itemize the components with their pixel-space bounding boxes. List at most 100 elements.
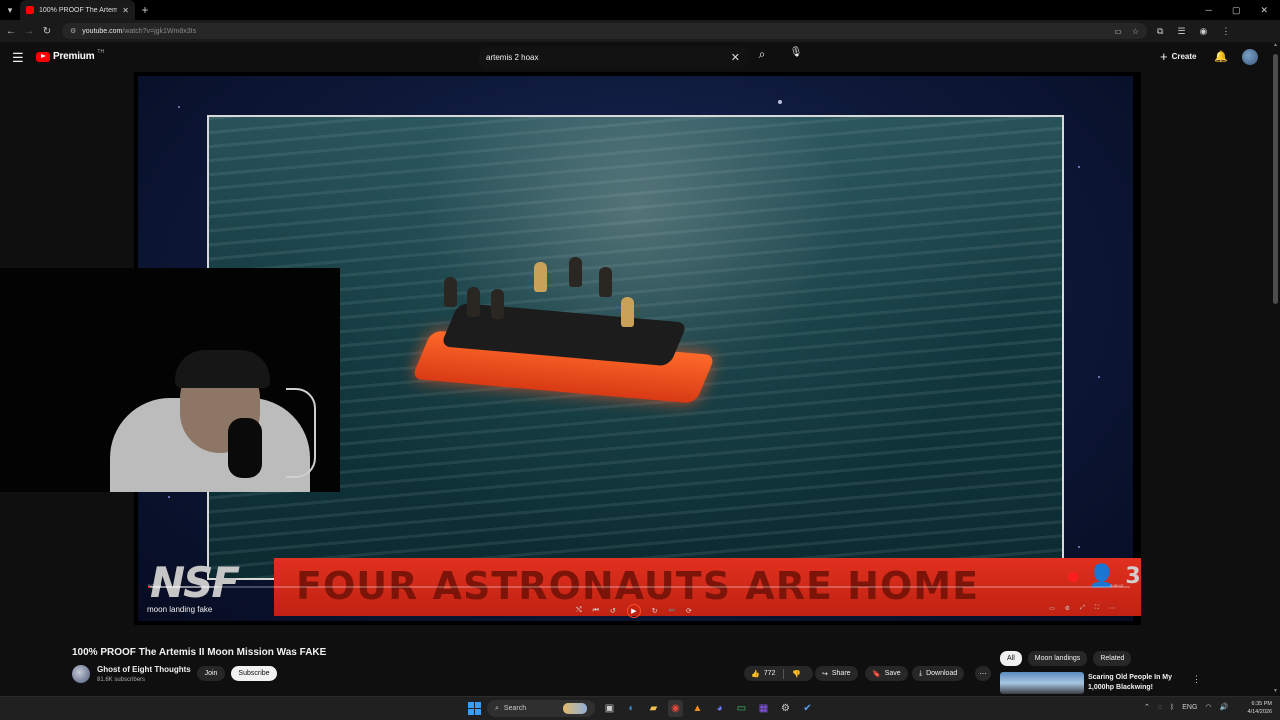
more-actions-button[interactable]: ⋯: [975, 666, 991, 681]
steam-icon[interactable]: ⚙: [778, 700, 793, 717]
address-bar[interactable]: ⚙ youtube.com/watch?v=jgk1Wm8x3Is ▭ ☆: [62, 23, 1147, 39]
dislike-icon[interactable]: 👎: [792, 670, 801, 678]
chrome-icon[interactable]: ◉: [668, 700, 683, 717]
forward-10-icon[interactable]: ↻: [652, 607, 658, 615]
taskbar-clock[interactable]: 6:35 PM 4/14/2026: [1240, 700, 1272, 716]
video-caption: moon landing fake: [147, 605, 213, 614]
scroll-down-icon[interactable]: ▼: [1273, 688, 1278, 694]
recommendation-menu-icon[interactable]: ⋮: [1192, 674, 1201, 685]
scroll-up-icon[interactable]: ▲: [1273, 42, 1278, 48]
network-icon[interactable]: ◌: [1158, 704, 1162, 711]
progress-bar[interactable]: [148, 586, 1130, 588]
astronaut-figure: [599, 267, 612, 297]
reading-list-icon[interactable]: ☰: [1177, 26, 1185, 37]
todo-check-icon[interactable]: ✔: [800, 700, 815, 717]
reload-icon[interactable]: ↻: [38, 26, 56, 37]
like-count[interactable]: 772: [764, 670, 776, 677]
discord-icon[interactable]: ◕: [712, 700, 727, 717]
divider: [783, 668, 785, 679]
subtitles-icon[interactable]: ▭: [1049, 605, 1055, 612]
voice-search-icon[interactable]: 🎙: [787, 47, 805, 65]
search-highlight-image: [563, 703, 587, 714]
live-dot-icon: [1068, 571, 1078, 582]
windows-start-icon[interactable]: [468, 702, 481, 715]
account-avatar[interactable]: [1242, 49, 1258, 65]
chip-moon-landings[interactable]: Moon landings: [1027, 651, 1088, 666]
recommendation-thumbnail[interactable]: [1000, 672, 1084, 694]
save-button[interactable]: 🔖 Save: [865, 666, 908, 681]
system-tray: ⌃ ◌ ᛒ ENG ◠ 🔊: [1144, 703, 1229, 712]
settings-icon[interactable]: ⚙: [1065, 605, 1070, 612]
astronaut-figure: [621, 297, 634, 327]
youtube-premium-logo[interactable]: Premium TH: [36, 49, 104, 62]
cast-icon[interactable]: ▭: [1114, 27, 1122, 36]
extensions-icon[interactable]: ⧉: [1157, 26, 1163, 37]
bookmark-star-icon[interactable]: ☆: [1132, 27, 1139, 36]
nsf-logo: NSF: [150, 558, 240, 607]
youtube-play-logo-icon: [36, 51, 50, 62]
share-button[interactable]: ↪ Share: [815, 666, 858, 681]
download-icon: ⤓: [919, 669, 923, 677]
language-indicator[interactable]: ENG: [1182, 704, 1197, 711]
app-grid-icon[interactable]: ▦: [756, 700, 771, 717]
browser-tab-active[interactable]: 100% PROOF The Artemis II Mo ✕: [20, 0, 135, 20]
maximize-icon[interactable]: ▢: [1232, 5, 1241, 16]
logo-word: Premium: [53, 51, 95, 62]
more-icon[interactable]: ⋯: [1109, 605, 1115, 612]
file-explorer-icon[interactable]: ▰: [646, 700, 661, 717]
channel-avatar[interactable]: [72, 665, 90, 683]
tab-search-icon[interactable]: ▾: [0, 5, 20, 16]
notifications-bell-icon[interactable]: 🔔: [1214, 50, 1228, 63]
create-button[interactable]: + Create: [1160, 49, 1197, 64]
tray-overflow-icon[interactable]: ⌃: [1144, 703, 1150, 711]
task-view-icon[interactable]: ▣: [602, 700, 617, 717]
edge-icon[interactable]: ◐: [624, 700, 639, 717]
subscribe-button[interactable]: Subscribe: [231, 666, 277, 681]
save-icon: 🔖: [872, 670, 881, 678]
search-icon[interactable]: ⌕: [752, 47, 772, 67]
url-host: youtube.com: [82, 27, 123, 35]
close-window-icon[interactable]: ✕: [1260, 5, 1268, 16]
forward-icon[interactable]: →: [20, 26, 38, 37]
volume-icon[interactable]: 🔊: [1220, 703, 1229, 711]
wifi-icon[interactable]: ◠: [1205, 703, 1211, 711]
url-path: /watch?v=jgk1Wm8x3Is: [122, 27, 197, 35]
vlc-icon[interactable]: ▲: [690, 700, 705, 717]
site-info-icon[interactable]: ⚙: [70, 27, 76, 35]
bluetooth-icon[interactable]: ᛒ: [1170, 704, 1174, 711]
channel-name[interactable]: Ghost of Eight Thoughts: [97, 665, 191, 674]
download-button[interactable]: ⤓ Download: [912, 666, 965, 681]
next-icon[interactable]: ⏭: [669, 607, 675, 615]
player-controls: ⤭ ⏮ ↺ ▶ ↻ ⏭ ⟳: [576, 604, 692, 618]
fullscreen-icon[interactable]: ⛶: [1095, 605, 1099, 612]
astronaut-figure: [467, 287, 480, 317]
profile-icon[interactable]: ◉: [1200, 26, 1208, 37]
minimize-icon[interactable]: ─: [1206, 5, 1212, 16]
taskbar-apps: ▣ ◐ ▰ ◉ ▲ ◕ ▭ ▦ ⚙ ✔: [602, 700, 815, 717]
guide-menu-icon[interactable]: ☰: [12, 50, 24, 66]
scrollbar-thumb[interactable]: [1273, 54, 1278, 304]
search-query: artemis 2 hoax: [486, 52, 539, 62]
new-tab-button[interactable]: +: [135, 3, 155, 17]
search-input[interactable]: artemis 2 hoax ✕: [478, 46, 748, 68]
recommendation-title[interactable]: Scaring Old People In My 1,000hp Blackwi…: [1088, 673, 1188, 693]
rewind-icon[interactable]: ↺: [610, 607, 616, 615]
close-tab-icon[interactable]: ✕: [122, 6, 129, 15]
taskbar-search[interactable]: ⌕ Search: [487, 700, 595, 717]
miniplayer-icon[interactable]: ⤢: [1080, 605, 1085, 612]
browser-menu-icon[interactable]: ⋮: [1221, 26, 1230, 37]
like-icon[interactable]: 👍: [751, 670, 760, 678]
terminal-icon[interactable]: ▭: [734, 700, 749, 717]
back-icon[interactable]: ←: [2, 26, 20, 37]
page-scrollbar[interactable]: ▲ ▼: [1273, 42, 1278, 696]
play-button[interactable]: ▶: [626, 604, 641, 618]
clear-search-icon[interactable]: ✕: [731, 51, 740, 64]
repeat-icon[interactable]: ⟳: [686, 607, 692, 615]
shuffle-icon[interactable]: ⤭: [576, 607, 582, 615]
recommendation-chips: All Moon landings Related: [1000, 651, 1132, 666]
chip-all[interactable]: All: [1000, 651, 1022, 666]
join-button[interactable]: Join: [197, 666, 225, 681]
like-dislike-group: 👍 772 👎: [744, 666, 813, 681]
previous-icon[interactable]: ⏮: [593, 607, 599, 615]
chip-related[interactable]: Related: [1093, 651, 1132, 666]
